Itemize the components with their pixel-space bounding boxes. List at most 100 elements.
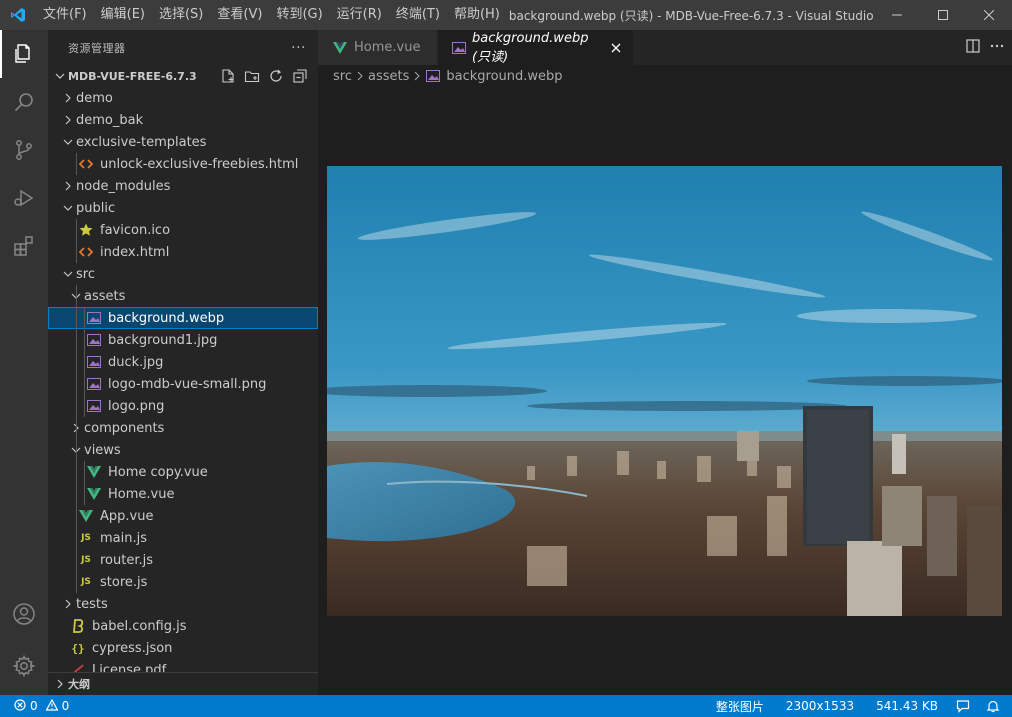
tree-file[interactable]: Home copy.vue	[48, 461, 318, 483]
indent-guide	[76, 329, 77, 351]
tree-folder[interactable]: demo	[48, 87, 318, 109]
split-editor-icon[interactable]	[966, 38, 980, 57]
explorer-more-button[interactable]: ···	[291, 40, 306, 56]
tree-folder[interactable]: views	[48, 439, 318, 461]
breadcrumb-assets[interactable]: assets	[368, 69, 409, 84]
collapse-all-icon[interactable]	[290, 66, 310, 86]
tree-file[interactable]: babel.config.js	[48, 615, 318, 637]
explorer-icon[interactable]	[0, 30, 48, 78]
menu-item-1[interactable]: 编辑(E)	[94, 0, 152, 30]
indent-guide	[84, 483, 85, 505]
tree-folder[interactable]: tests	[48, 593, 318, 615]
chevron-right-icon	[413, 71, 421, 81]
image-dimensions: 2300x1533	[785, 699, 855, 713]
tree-item-label: App.vue	[100, 508, 154, 524]
tree-file[interactable]: background1.jpg	[48, 329, 318, 351]
tree-item-label: router.js	[100, 552, 154, 568]
menu-item-2[interactable]: 选择(S)	[152, 0, 210, 30]
tree-file[interactable]: JS router.js	[48, 549, 318, 571]
tree-item-label: duck.jpg	[108, 354, 164, 370]
tree-file[interactable]: {} cypress.json	[48, 637, 318, 659]
status-bar-right: 整张图片 2300x1533 541.43 KB	[708, 698, 1012, 715]
indent-guide	[84, 351, 85, 373]
tree-folder[interactable]: public	[48, 197, 318, 219]
outline-section-header[interactable]: 大纲	[48, 672, 318, 695]
tab-label: Home.vue	[354, 40, 421, 55]
tab-background-webp[interactable]: background.webp (只读)	[438, 30, 634, 65]
close-tab-icon[interactable]	[610, 40, 623, 56]
image-file-icon	[86, 310, 102, 326]
minimize-button[interactable]	[874, 0, 920, 30]
indent-guide	[76, 527, 77, 549]
close-window-button[interactable]	[966, 0, 1012, 30]
tree-file[interactable]: JS main.js	[48, 527, 318, 549]
activity-bar	[0, 30, 48, 695]
notifications-bell-icon[interactable]	[978, 699, 1012, 713]
tree-file[interactable]: unlock-exclusive-freebies.html	[48, 153, 318, 175]
more-actions-icon[interactable]	[990, 39, 1004, 57]
tree-folder[interactable]: demo_bak	[48, 109, 318, 131]
menu-item-4[interactable]: 转到(G)	[269, 0, 329, 30]
tree-file[interactable]: JS store.js	[48, 571, 318, 593]
tree-file[interactable]: duck.jpg	[48, 351, 318, 373]
tree-item-label: components	[84, 420, 165, 436]
accounts-icon[interactable]	[0, 590, 48, 638]
tree-folder[interactable]: components	[48, 417, 318, 439]
tree-item-label: Home.vue	[108, 486, 175, 502]
title-bar: 文件(F) 编辑(E) 选择(S) 查看(V) 转到(G) 运行(R) 终端(T) 帮助(H)…	[0, 0, 1012, 30]
indent-guide	[76, 241, 77, 263]
chevron-right-icon	[52, 679, 68, 689]
indent-guide	[76, 307, 77, 329]
menu-item-0[interactable]: 文件(F)	[36, 0, 94, 30]
tab-home-vue[interactable]: Home.vue	[318, 30, 438, 65]
editor-actions	[966, 30, 1004, 65]
problems-status[interactable]: 0 0	[0, 698, 77, 714]
run-debug-icon[interactable]	[0, 174, 48, 222]
extensions-icon[interactable]	[0, 222, 48, 270]
tree-file[interactable]: App.vue	[48, 505, 318, 527]
search-icon[interactable]	[0, 78, 48, 126]
outline-label: 大纲	[68, 678, 90, 691]
tree-file[interactable]: Home.vue	[48, 483, 318, 505]
image-file-size: 541.43 KB	[876, 699, 938, 713]
tree-folder[interactable]: node_modules	[48, 175, 318, 197]
menu-item-6[interactable]: 终端(T)	[389, 0, 447, 30]
image-preview[interactable]	[327, 166, 1002, 616]
tree-folder[interactable]: src	[48, 263, 318, 285]
indent-guide	[76, 571, 77, 593]
breadcrumb-file[interactable]: background.webp	[446, 69, 562, 84]
feedback-icon[interactable]	[948, 699, 978, 713]
menu-item-3[interactable]: 查看(V)	[210, 0, 269, 30]
chevron-right-icon	[60, 181, 76, 191]
refresh-icon[interactable]	[266, 66, 286, 86]
tree-file[interactable]: background.webp	[48, 307, 318, 329]
tree-file[interactable]: logo-mdb-vue-small.png	[48, 373, 318, 395]
editor-tabs: Home.vue background.webp (只读)	[318, 30, 1012, 65]
tree-item-label: favicon.ico	[100, 222, 171, 238]
project-section-header[interactable]: MDB-VUE-FREE-6.7.3	[48, 65, 318, 87]
image-file-icon	[86, 332, 102, 348]
image-zoom-mode[interactable]: 整张图片	[708, 698, 778, 715]
indent-guide	[76, 417, 77, 439]
new-folder-icon[interactable]	[242, 66, 262, 86]
menu-item-7[interactable]: 帮助(H)	[447, 0, 507, 30]
tree-item-label: index.html	[100, 244, 170, 260]
new-file-icon[interactable]	[218, 66, 238, 86]
settings-gear-icon[interactable]	[0, 642, 48, 690]
tree-item-label: node_modules	[76, 178, 171, 194]
warning-icon	[45, 698, 59, 714]
maximize-button[interactable]	[920, 0, 966, 30]
tree-folder[interactable]: assets	[48, 285, 318, 307]
tree-file[interactable]: index.html	[48, 241, 318, 263]
tree-file[interactable]: logo.png	[48, 395, 318, 417]
js-file-icon: JS	[81, 555, 91, 565]
tree-item-label: unlock-exclusive-freebies.html	[100, 156, 299, 172]
source-control-icon[interactable]	[0, 126, 48, 174]
menu-item-5[interactable]: 运行(R)	[330, 0, 389, 30]
breadcrumb-src[interactable]: src	[333, 69, 352, 84]
editor-area: Home.vue background.webp (只读) src assets…	[318, 30, 1012, 695]
tree-file[interactable]: favicon.ico	[48, 219, 318, 241]
tree-folder[interactable]: exclusive-templates	[48, 131, 318, 153]
vue-file-icon	[86, 486, 102, 502]
chevron-down-icon	[60, 203, 76, 213]
